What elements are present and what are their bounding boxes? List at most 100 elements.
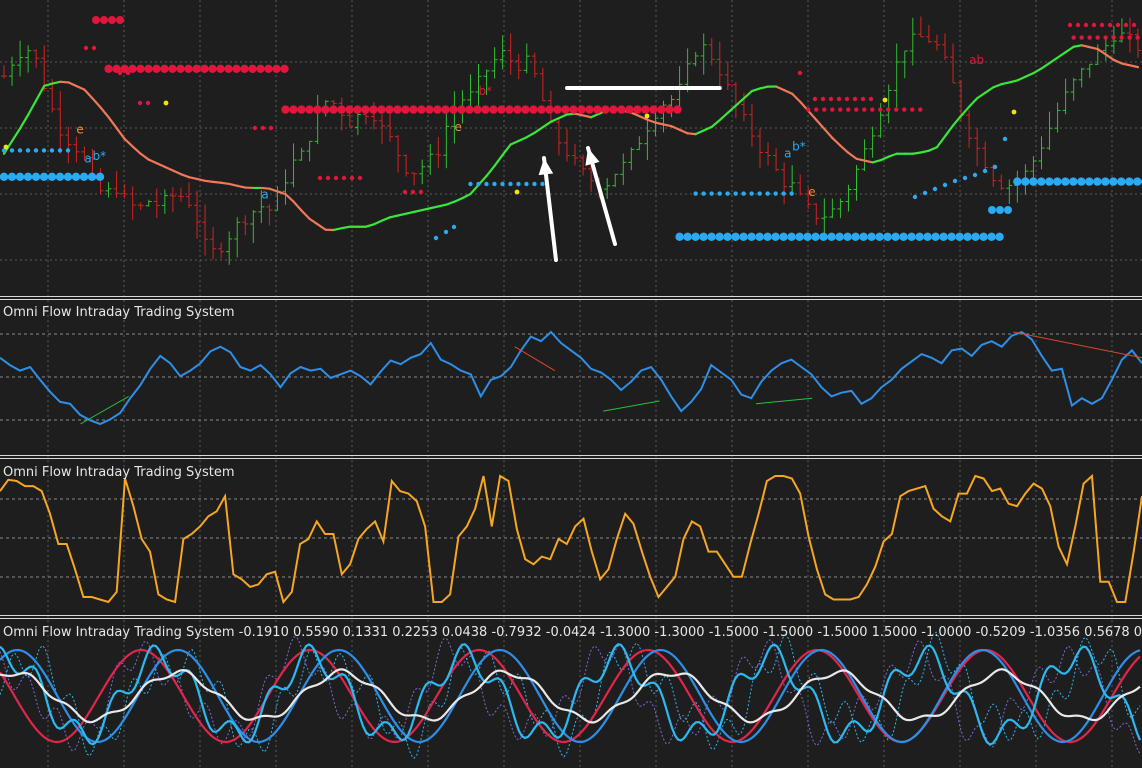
support-dot [540, 181, 545, 187]
moving-average-down-segment [220, 181, 231, 186]
resistance-dot [1095, 35, 1100, 40]
resistance-dot [854, 107, 859, 112]
resistance-dot [806, 107, 811, 112]
support-dot [875, 232, 884, 241]
signal-marker-label: b* [479, 84, 493, 98]
support-dot [7, 172, 17, 181]
resistance-dot [812, 96, 818, 102]
signal-marker-label: a [784, 147, 791, 161]
panel-3-title: Omni Flow Intraday Trading System -0.191… [3, 625, 1142, 640]
resistance-dot [192, 64, 201, 74]
support-dot [781, 191, 786, 196]
support-dot [87, 172, 97, 181]
support-dot [691, 232, 700, 241]
support-dot [55, 172, 65, 181]
resistance-dot [137, 100, 143, 106]
resistance-dot [820, 96, 826, 102]
support-dot [1053, 177, 1062, 186]
resistance-dot [224, 64, 233, 74]
resistance-dot [433, 105, 442, 114]
support-dot [827, 232, 836, 241]
support-dot [1061, 177, 1070, 186]
resistance-dot [1131, 22, 1137, 28]
panel-1-title: Omni Flow Intraday Trading System [3, 305, 235, 320]
resistance-dot [1123, 22, 1129, 28]
resistance-dot [665, 105, 674, 114]
support-dot [79, 172, 89, 181]
support-dot [749, 191, 754, 196]
support-dot [675, 232, 684, 241]
support-dot [707, 232, 716, 241]
resistance-dot [385, 105, 394, 114]
support-dot [859, 232, 868, 241]
support-dot [484, 181, 489, 187]
resistance-dot [341, 175, 347, 181]
signal-marker-label: e [454, 120, 461, 134]
resistance-dot [1075, 22, 1081, 28]
resistance-dot [673, 105, 682, 114]
support-dot [922, 190, 928, 196]
resistance-dot [577, 105, 586, 114]
resistance-dot [553, 105, 562, 114]
resistance-dot [625, 105, 634, 114]
resistance-dot [1083, 22, 1089, 28]
support-dot [955, 232, 964, 241]
resistance-dot [272, 64, 281, 74]
resistance-dot [200, 64, 209, 74]
moving-average-down-segment [59, 80, 70, 84]
resistance-dot [418, 189, 424, 195]
support-dot [709, 191, 714, 196]
resistance-dot [1127, 35, 1132, 40]
resistance-dot [393, 105, 402, 114]
resistance-dot [402, 189, 408, 195]
support-dot [1109, 177, 1118, 186]
resistance-dot [457, 105, 466, 114]
resistance-dot [409, 105, 418, 114]
support-dot [723, 232, 732, 241]
support-dot [451, 224, 457, 230]
resistance-dot [828, 96, 834, 102]
resistance-dot [353, 105, 362, 114]
support-dot [1029, 177, 1038, 186]
resistance-dot [561, 105, 570, 114]
resistance-dot [361, 105, 370, 114]
resistance-dot [256, 64, 265, 74]
support-dot [41, 148, 47, 153]
support-dot [693, 191, 698, 196]
resistance-dot [357, 175, 363, 181]
resistance-dot [822, 107, 827, 112]
support-dot [741, 191, 746, 196]
support-dot [992, 164, 998, 170]
resistance-dot [108, 16, 116, 24]
resistance-dot [569, 105, 578, 114]
resistance-dot [513, 105, 522, 114]
resistance-dot [321, 105, 330, 114]
resistance-dot [208, 64, 217, 74]
resistance-dot [633, 105, 642, 114]
support-dot [915, 232, 924, 241]
resistance-dot [168, 64, 177, 74]
resistance-dot [1087, 35, 1092, 40]
support-dot [987, 232, 996, 241]
resistance-dot [838, 107, 843, 112]
support-dot [468, 181, 473, 187]
resistance-dot [317, 175, 323, 181]
support-dot [524, 181, 529, 187]
resistance-dot [333, 175, 339, 181]
resistance-dot [449, 105, 458, 114]
resistance-dot [125, 70, 131, 76]
resistance-dot [248, 64, 257, 74]
resistance-dot [104, 64, 113, 74]
chart-canvas: ea b*aeb*ab*eab Omni Flow Intraday Tradin… [0, 0, 1142, 768]
flag-dot [882, 97, 888, 103]
support-dot [1093, 177, 1102, 186]
resistance-dot [649, 105, 658, 114]
support-dot [942, 182, 948, 188]
resistance-dot [601, 105, 610, 114]
resistance-dot [240, 64, 249, 74]
resistance-dot [1103, 35, 1108, 40]
resistance-dot [369, 105, 378, 114]
support-dot [843, 232, 852, 241]
resistance-dot [902, 107, 907, 112]
resistance-dot [641, 105, 650, 114]
